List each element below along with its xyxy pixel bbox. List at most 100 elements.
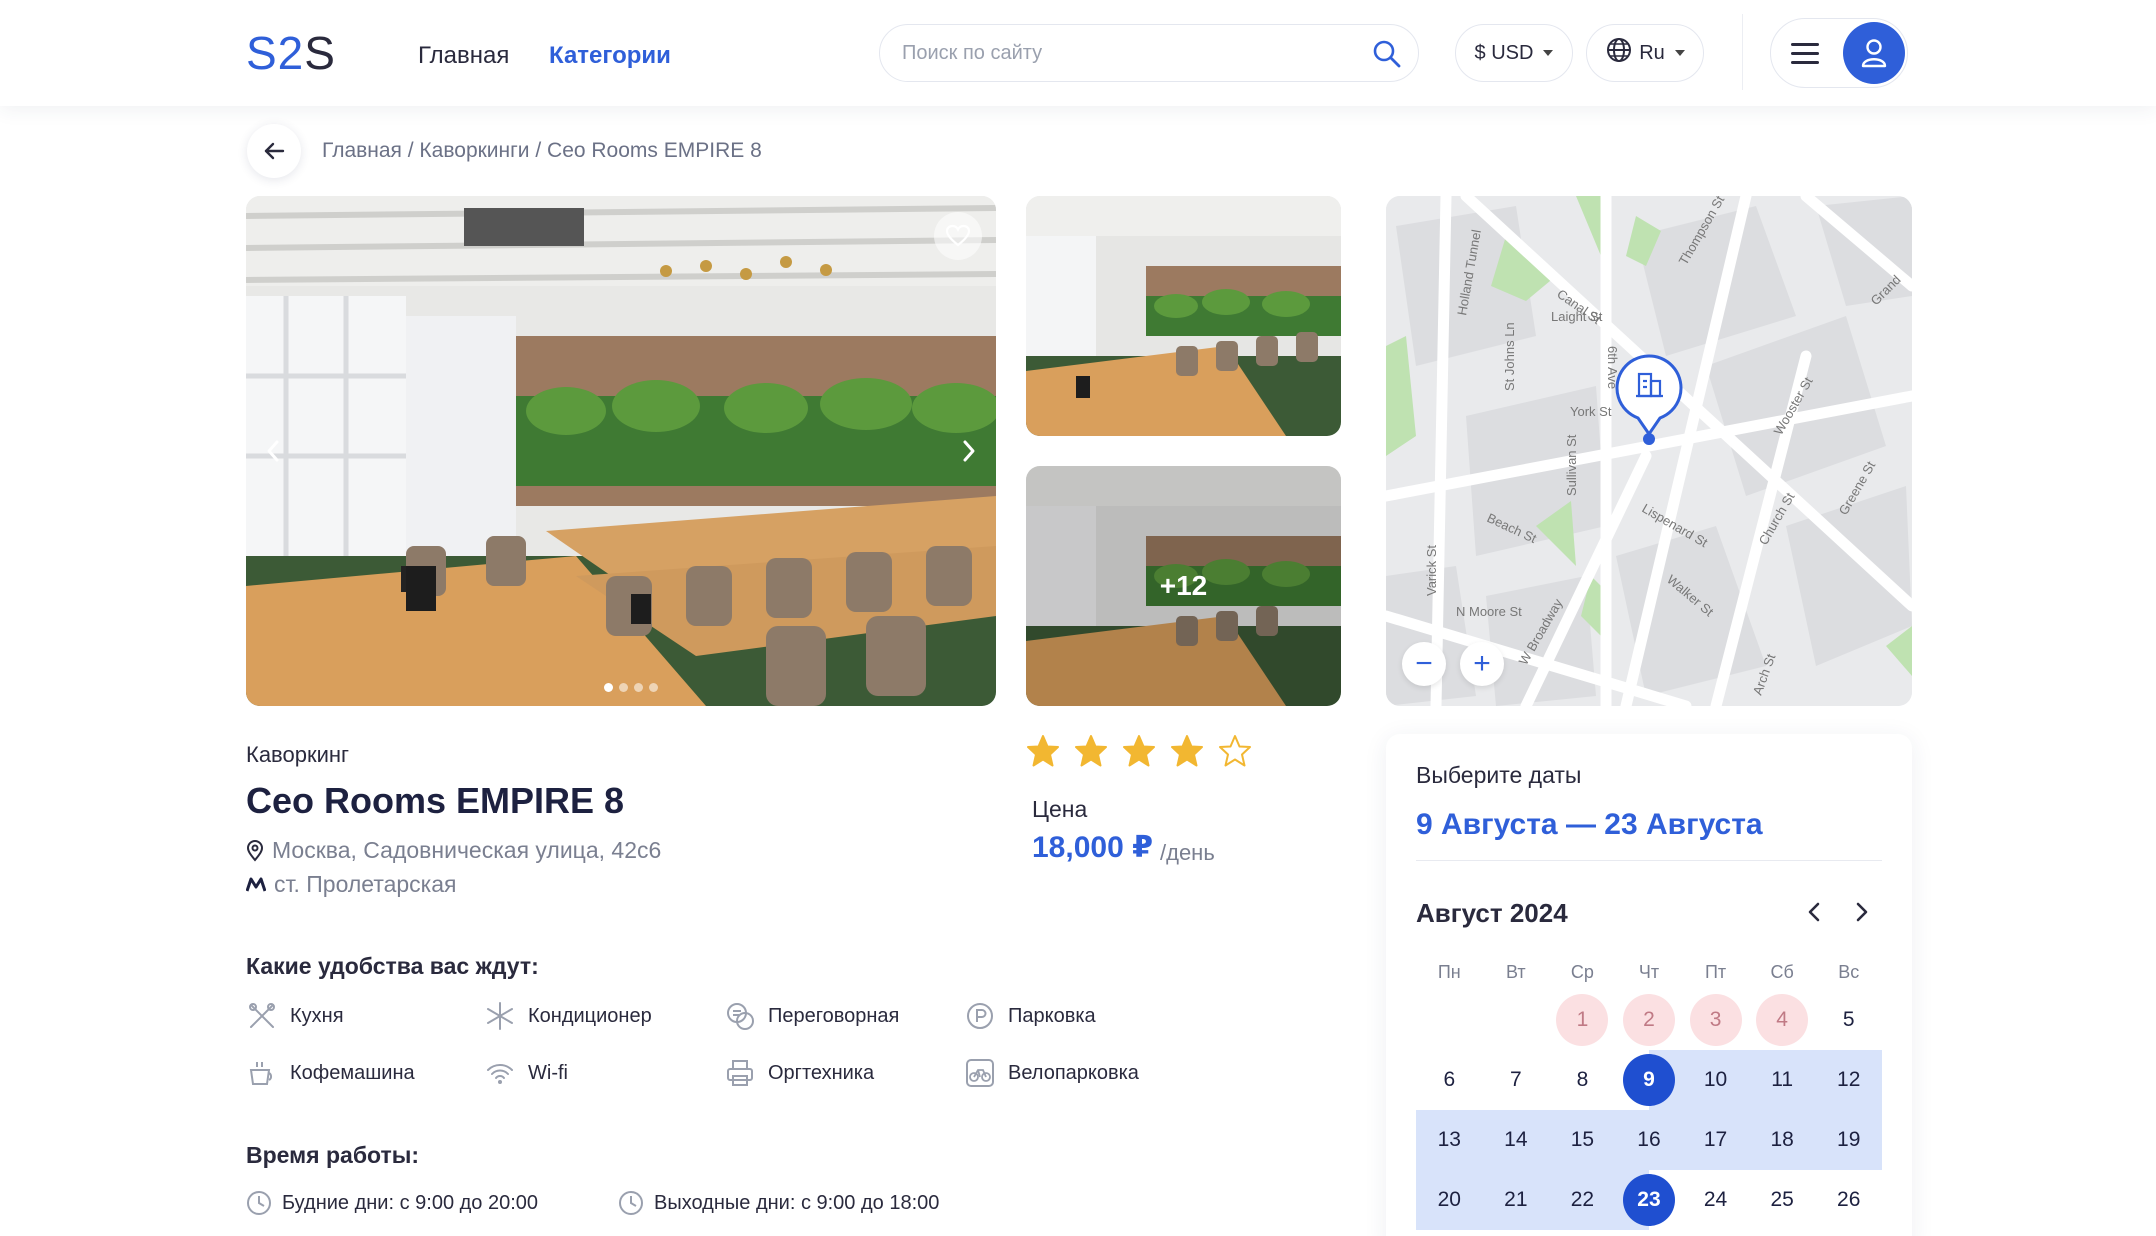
thumbnail-photo-1[interactable] <box>1026 196 1341 436</box>
date-picker-card: Выберите даты 9 Августа — 23 Августа Авг… <box>1386 734 1912 1236</box>
calendar-empty-cell <box>1416 990 1483 1050</box>
calendar-day[interactable]: 1 <box>1549 990 1616 1050</box>
calendar-day[interactable]: 9 <box>1615 1050 1683 1110</box>
calendar-day[interactable]: 16 <box>1615 1110 1683 1170</box>
calendar-day[interactable]: 13 <box>1416 1110 1483 1170</box>
location-map[interactable]: Laight St Canal St York St 6th Ave Beach… <box>1386 196 1912 706</box>
meeting-room-icon <box>724 1000 756 1032</box>
map-street-label: N Moore St <box>1456 604 1522 619</box>
logo[interactable]: S2S <box>246 26 336 80</box>
heart-icon <box>945 224 971 247</box>
logo-part-1: S2 <box>246 27 305 79</box>
more-photos-count[interactable]: +12 <box>1026 466 1341 706</box>
prev-month-button[interactable] <box>1796 894 1832 930</box>
calendar-day[interactable]: 19 <box>1815 1110 1882 1170</box>
nav-categories[interactable]: Категории <box>549 42 671 70</box>
calendar-day[interactable]: 2 <box>1616 990 1683 1050</box>
amenity-meeting-room: Переговорная <box>724 1000 899 1032</box>
calendar-day[interactable]: 26 <box>1815 1170 1882 1230</box>
search-input[interactable] <box>902 38 1342 68</box>
listing-title: Ceo Rooms EMPIRE 8 <box>246 780 625 821</box>
calendar-day[interactable]: 12 <box>1815 1050 1882 1110</box>
weekday-header: Пн Вт Ср Чт Пт Сб Вс <box>1416 954 1882 990</box>
calendar-day[interactable]: 3 <box>1682 990 1749 1050</box>
coworking-interior-image <box>246 196 996 706</box>
hours-weekdays-text: Будние дни: с 9:00 до 20:00 <box>282 1191 539 1214</box>
bicycle-icon <box>964 1057 996 1089</box>
amenity-wifi: Wi-fi <box>484 1057 568 1089</box>
language-label: Ru <box>1639 41 1665 64</box>
chevron-down-icon <box>1674 50 1685 56</box>
user-menu[interactable] <box>1770 18 1908 88</box>
calendar-day[interactable]: 22 <box>1549 1170 1616 1230</box>
map-pin-icon <box>246 839 264 862</box>
chevron-right-icon <box>963 440 975 462</box>
prev-photo-button[interactable] <box>258 432 288 470</box>
calendar-day[interactable]: 10 <box>1682 1050 1749 1110</box>
calendar-day[interactable]: 24 <box>1682 1170 1749 1230</box>
currency-label: $ USD <box>1474 41 1534 64</box>
star-filled-icon <box>1027 735 1059 767</box>
calendar-day[interactable]: 18 <box>1748 1110 1816 1170</box>
thumbnail-photo-2[interactable]: +12 <box>1026 466 1341 706</box>
calendar-day[interactable]: 15 <box>1549 1110 1616 1170</box>
amenity-kitchen: Кухня <box>246 1000 344 1032</box>
calendar-week: 6 7 8 9 10 11 12 <box>1416 1050 1882 1110</box>
back-button[interactable] <box>247 124 301 178</box>
amenity-bike-parking: Велопарковка <box>964 1057 1139 1089</box>
next-month-button[interactable] <box>1844 894 1880 930</box>
map-street-label: Varick St <box>1424 545 1439 596</box>
zoom-out-button[interactable]: − <box>1402 642 1446 686</box>
breadcrumb[interactable]: Главная / Каворкинги / Ceo Rooms EMPIRE … <box>322 139 762 163</box>
calendar-day[interactable]: 8 <box>1549 1050 1616 1110</box>
slide-dot[interactable] <box>604 683 613 692</box>
chevron-down-icon <box>1543 50 1554 56</box>
metro-text: ст. Пролетарская <box>274 871 457 897</box>
weekday-label: Ср <box>1570 962 1594 982</box>
map-street-label: Sullivan St <box>1564 434 1579 496</box>
calendar-day[interactable]: 21 <box>1482 1170 1550 1230</box>
date-picker-label: Выберите даты <box>1416 762 1582 788</box>
star-filled-icon <box>1123 735 1155 767</box>
language-selector[interactable]: Ru <box>1586 24 1704 82</box>
calendar-day[interactable]: 5 <box>1815 990 1882 1050</box>
map-street-label: St Johns Ln <box>1502 322 1517 391</box>
calendar-day[interactable]: 6 <box>1416 1050 1483 1110</box>
next-photo-button[interactable] <box>954 432 984 470</box>
search-icon[interactable] <box>1370 37 1404 71</box>
amenity-label: Парковка <box>1008 1004 1096 1027</box>
coffee-icon <box>246 1057 278 1089</box>
user-avatar[interactable] <box>1843 22 1905 84</box>
calendar-day[interactable]: 11 <box>1748 1050 1816 1110</box>
calendar-day[interactable]: 14 <box>1482 1110 1550 1170</box>
user-icon <box>1861 39 1887 68</box>
amenity-label: Кофемашина <box>290 1061 415 1084</box>
slide-dot[interactable] <box>634 683 643 692</box>
weekday-label: Вт <box>1506 962 1526 982</box>
hamburger-menu-icon[interactable] <box>1791 43 1819 65</box>
calendar-empty-cell <box>1483 990 1550 1050</box>
slide-dot[interactable] <box>649 683 658 692</box>
calendar-day[interactable]: 4 <box>1749 990 1816 1050</box>
amenity-conditioner: Кондиционер <box>484 1000 652 1032</box>
chevron-right-icon <box>1856 902 1868 922</box>
calendar-day[interactable]: 25 <box>1749 1170 1816 1230</box>
nav-home[interactable]: Главная <box>418 42 509 70</box>
selected-date-range[interactable]: 9 Августа — 23 Августа <box>1416 808 1763 842</box>
calendar-day[interactable]: 17 <box>1682 1110 1749 1170</box>
currency-selector[interactable]: $ USD <box>1455 24 1573 82</box>
arrow-left-icon <box>264 142 285 160</box>
clock-icon <box>619 1191 643 1215</box>
calendar-day[interactable]: 20 <box>1416 1170 1483 1230</box>
calendar-day[interactable]: 23 <box>1615 1170 1683 1230</box>
zoom-in-button[interactable]: + <box>1460 642 1504 686</box>
amenity-label: Переговорная <box>768 1004 900 1027</box>
amenities-title: Какие удобства вас ждут: <box>246 953 539 979</box>
calendar-day[interactable]: 7 <box>1483 1050 1550 1110</box>
weekday-label: Сб <box>1770 962 1794 982</box>
wifi-icon <box>484 1057 516 1089</box>
slide-dot[interactable] <box>619 683 628 692</box>
main-photo[interactable] <box>246 196 996 706</box>
favorite-button[interactable] <box>934 212 982 260</box>
weekday-label: Вс <box>1838 962 1860 982</box>
